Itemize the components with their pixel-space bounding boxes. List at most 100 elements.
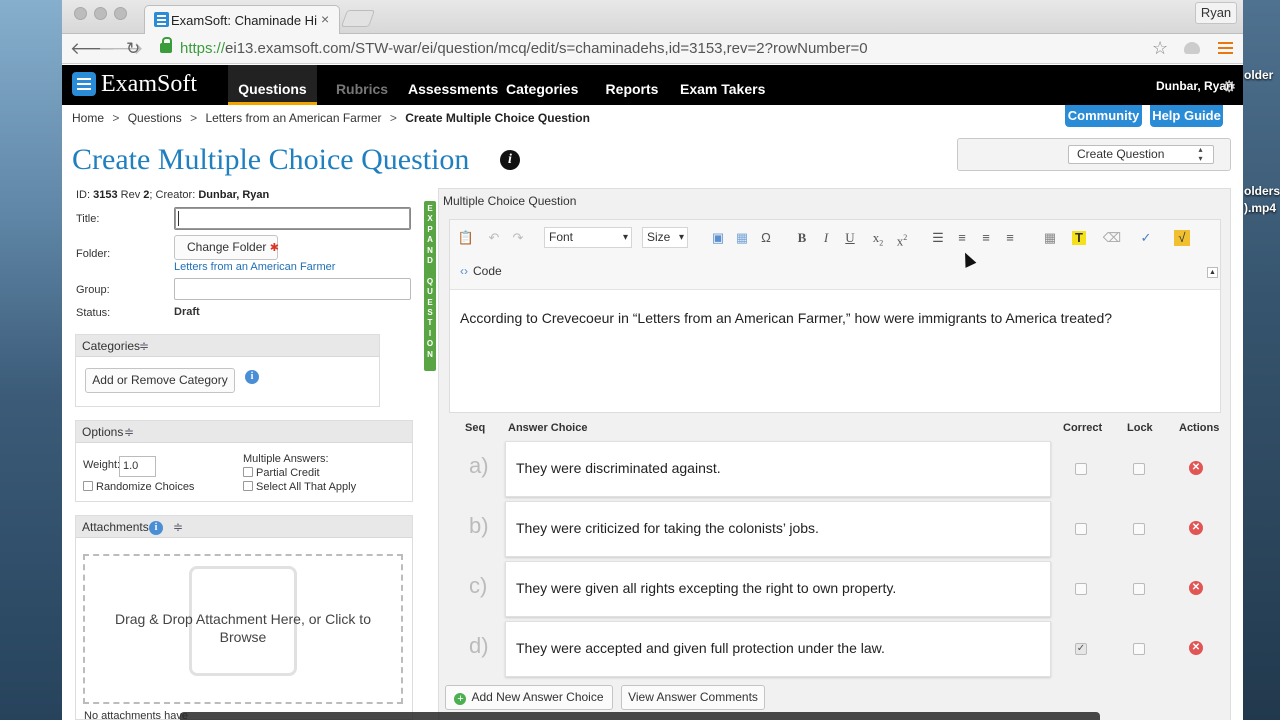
- desktop-file-label[interactable]: older: [1244, 68, 1280, 82]
- special-char-icon[interactable]: Ω: [756, 229, 776, 247]
- window-minimize-button[interactable]: [94, 7, 107, 20]
- desktop-file-label[interactable]: olders: [1244, 184, 1280, 198]
- weight-input[interactable]: 1.0: [119, 456, 156, 477]
- community-button[interactable]: Community: [1065, 105, 1142, 127]
- extension-cloud-icon[interactable]: [1184, 42, 1200, 54]
- correct-checkbox[interactable]: [1075, 583, 1087, 595]
- undo-icon[interactable]: ↶: [484, 229, 504, 247]
- window-zoom-button[interactable]: [114, 7, 127, 20]
- reload-icon[interactable]: ↻: [126, 39, 140, 59]
- gear-icon[interactable]: ⚙: [1222, 77, 1236, 97]
- bullet-list-icon[interactable]: ☰: [928, 229, 948, 247]
- lock-checkbox[interactable]: [1133, 643, 1145, 655]
- answer-text-box[interactable]: They were criticized for taking the colo…: [505, 501, 1051, 557]
- delete-answer-icon[interactable]: ✕: [1189, 641, 1203, 655]
- title-input[interactable]: [174, 207, 411, 230]
- info-icon[interactable]: i: [500, 150, 520, 170]
- breadcrumb-home[interactable]: Home: [72, 111, 104, 125]
- spellcheck-icon[interactable]: ✓: [1136, 229, 1156, 247]
- desktop-file-label[interactable]: ).mp4: [1244, 201, 1280, 215]
- collapse-toolbar-icon[interactable]: ▲: [1207, 267, 1218, 278]
- browser-titlebar: ExamSoft: Chaminade High × Ryan: [62, 0, 1243, 34]
- align-left-icon[interactable]: ≡: [952, 229, 972, 247]
- breadcrumb-questions[interactable]: Questions: [128, 111, 182, 125]
- lock-checkbox[interactable]: [1133, 523, 1145, 535]
- italic-icon[interactable]: I: [816, 229, 836, 247]
- superscript-icon[interactable]: x2: [892, 229, 912, 248]
- nav-exam-takers[interactable]: Exam Takers: [680, 65, 765, 105]
- select-all-checkbox[interactable]: Select All That Apply: [243, 481, 356, 493]
- redo-icon[interactable]: ↷: [508, 229, 528, 247]
- answer-letter: a): [469, 453, 489, 478]
- browser-menu-icon[interactable]: [1218, 42, 1233, 44]
- expand-question-tab[interactable]: EXPAND QUESTION: [424, 201, 436, 371]
- collapse-icon[interactable]: ≑: [173, 520, 183, 534]
- nav-categories[interactable]: Categories: [506, 65, 578, 105]
- answer-row: b) They were criticized for taking the c…: [439, 499, 1232, 559]
- math-equation-icon[interactable]: √: [1174, 230, 1190, 246]
- underline-icon[interactable]: U: [840, 229, 860, 247]
- create-question-select[interactable]: Create Question: [1068, 145, 1214, 164]
- answer-text-box[interactable]: They were accepted and given full protec…: [505, 621, 1051, 677]
- text-color-icon[interactable]: T: [1072, 231, 1086, 245]
- nav-questions[interactable]: Questions: [228, 65, 317, 105]
- folder-link[interactable]: Letters from an American Farmer: [174, 261, 335, 273]
- delete-answer-icon[interactable]: ✕: [1189, 461, 1203, 475]
- profile-button[interactable]: Ryan: [1195, 2, 1237, 24]
- nav-reports[interactable]: Reports: [602, 65, 662, 105]
- nav-assessments[interactable]: Assessments: [408, 65, 498, 105]
- align-right-icon[interactable]: ≡: [1000, 229, 1020, 247]
- change-folder-button[interactable]: Change Folder ✱: [174, 235, 279, 260]
- answer-text-box[interactable]: They were discriminated against.: [505, 441, 1051, 497]
- info-icon[interactable]: i: [149, 521, 163, 535]
- nav-rubrics[interactable]: Rubrics: [330, 65, 394, 105]
- categories-header[interactable]: Categories: [76, 335, 379, 357]
- url-path: ei13.examsoft.com/STW-war/ei/question/mc…: [225, 40, 868, 57]
- correct-checkbox-checked[interactable]: ✓: [1075, 643, 1087, 655]
- bold-icon[interactable]: B: [792, 229, 812, 247]
- group-input[interactable]: [174, 278, 411, 300]
- answer-row: d) They were accepted and given full pro…: [439, 619, 1232, 679]
- answer-text-box[interactable]: They were given all rights excepting the…: [505, 561, 1051, 617]
- eraser-icon[interactable]: ⌫: [1102, 229, 1122, 247]
- size-select[interactable]: Size: [642, 227, 688, 248]
- question-text[interactable]: According to Crevecoeur in “Letters from…: [460, 310, 1112, 326]
- attachments-header[interactable]: Attachments: [76, 516, 412, 538]
- partial-credit-checkbox[interactable]: Partial Credit: [243, 467, 320, 479]
- code-button[interactable]: ‹› Code: [456, 260, 502, 282]
- bookmark-star-icon[interactable]: ☆: [1152, 38, 1168, 59]
- correct-checkbox[interactable]: [1075, 463, 1087, 475]
- tab-close-icon[interactable]: ×: [321, 11, 329, 27]
- view-answer-comments-button[interactable]: View Answer Comments: [621, 685, 765, 710]
- info-icon[interactable]: i: [245, 370, 259, 384]
- font-select[interactable]: Font: [544, 227, 632, 248]
- subscript-icon[interactable]: x2: [868, 229, 888, 248]
- delete-answer-icon[interactable]: ✕: [1189, 521, 1203, 535]
- table-icon[interactable]: ▦: [732, 229, 752, 247]
- attachment-dropzone[interactable]: Drag & Drop Attachment Here, or Click to…: [83, 554, 403, 704]
- examsoft-logo[interactable]: ExamSoft: [72, 71, 217, 98]
- add-answer-button[interactable]: + Add New Answer Choice: [445, 685, 613, 710]
- table-grid-icon[interactable]: ▦: [1040, 229, 1060, 247]
- title-label: Title:: [76, 213, 100, 225]
- add-remove-category-button[interactable]: Add or Remove Category: [85, 368, 235, 393]
- new-tab-button[interactable]: [340, 10, 376, 27]
- correct-checkbox[interactable]: [1075, 523, 1087, 535]
- mcq-panel: Multiple Choice Question 📋 ↶ ↷ Font Size…: [438, 188, 1231, 720]
- randomize-choices-checkbox[interactable]: Randomize Choices: [83, 481, 194, 493]
- breadcrumb-folder[interactable]: Letters from an American Farmer: [205, 111, 381, 125]
- collapse-icon[interactable]: ≑: [124, 425, 134, 439]
- question-editor: 📋 ↶ ↷ Font Size ▣ ▦ Ω B I U x2 x2 ☰ ≡ ≡ …: [449, 219, 1221, 413]
- collapse-icon[interactable]: ≑: [139, 339, 149, 353]
- help-guide-button[interactable]: Help Guide: [1150, 105, 1223, 127]
- lock-checkbox[interactable]: [1133, 583, 1145, 595]
- address-bar[interactable]: https://ei13.examsoft.com/STW-war/ei/que…: [160, 36, 1174, 62]
- paste-icon[interactable]: 📋: [456, 229, 476, 247]
- align-center-icon[interactable]: ≡: [976, 229, 996, 247]
- question-meta: ID: 3153 Rev 2; Creator: Dunbar, Ryan: [76, 189, 270, 201]
- delete-answer-icon[interactable]: ✕: [1189, 581, 1203, 595]
- browser-tab[interactable]: ExamSoft: Chaminade High ×: [144, 5, 340, 34]
- image-icon[interactable]: ▣: [708, 229, 728, 247]
- window-close-button[interactable]: [74, 7, 87, 20]
- lock-checkbox[interactable]: [1133, 463, 1145, 475]
